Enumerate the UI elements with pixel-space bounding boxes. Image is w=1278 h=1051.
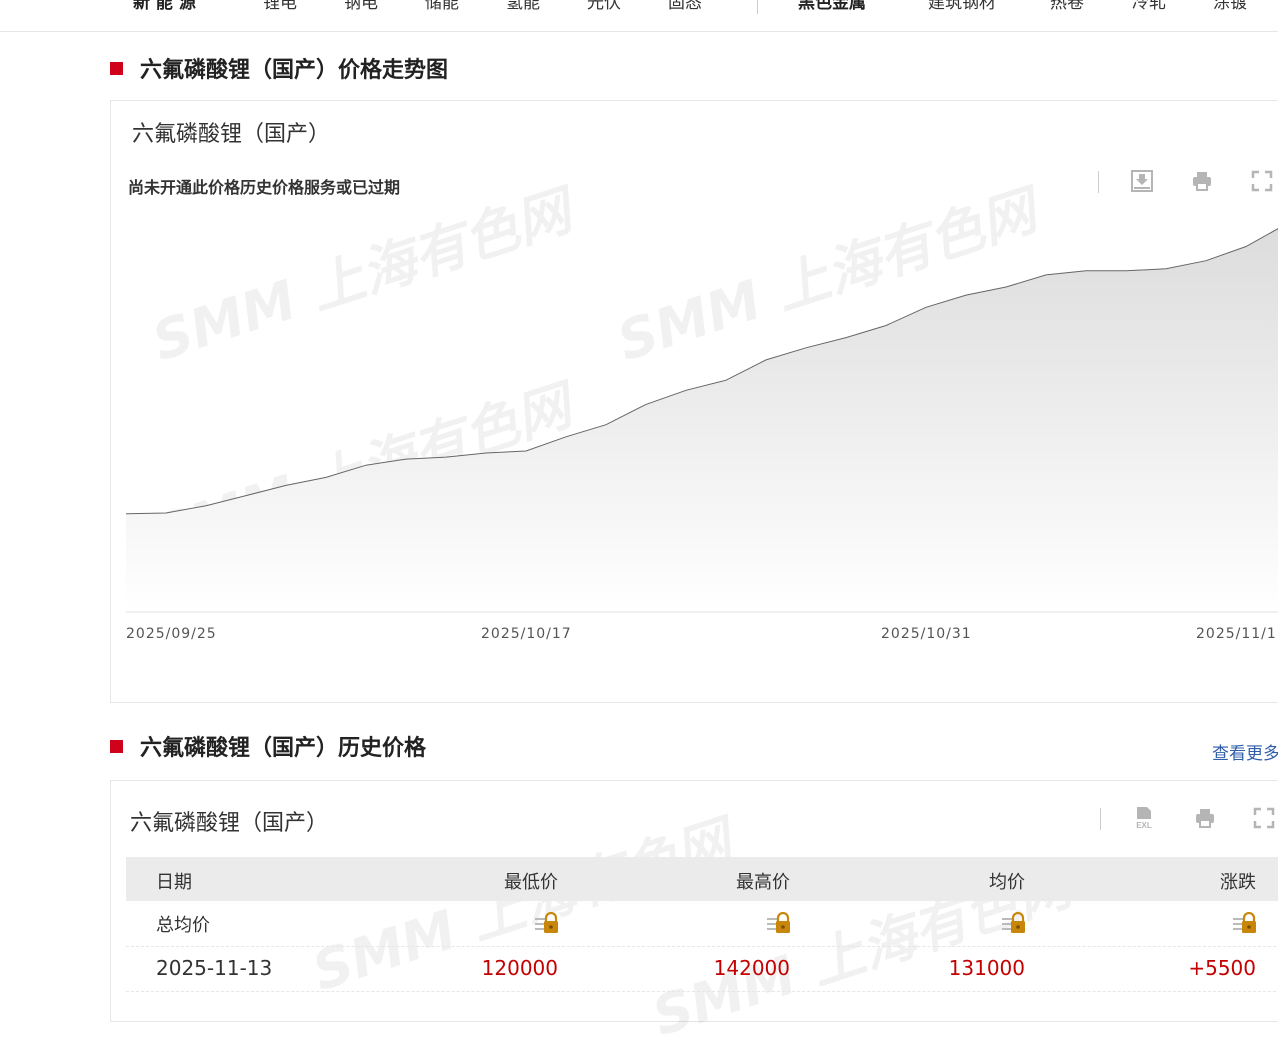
nav-energy-storage[interactable]: 储能 (425, 0, 459, 14)
data-point[interactable] (444, 455, 448, 459)
history-section-title: 六氟磷酸锂（国产）历史价格 (110, 735, 426, 763)
table-header: 日期 最低价 最高价 均价 涨跌 (126, 857, 1278, 901)
data-point[interactable] (884, 324, 888, 328)
chart-panel-title: 六氟磷酸锂（国产） (132, 122, 331, 147)
row-high-price: 142000 (713, 956, 790, 980)
history-panel: 六氟磷酸锂（国产） EXL SMM 上海有色网 SMM 上海有色网 日期 最低价… (110, 780, 1278, 1048)
data-point[interactable] (1084, 269, 1088, 273)
column-header-low: 最低价 (504, 872, 558, 893)
nav-solid-state[interactable]: 固态 (668, 0, 702, 14)
data-point[interactable] (764, 358, 768, 362)
lock-icon[interactable] (1233, 912, 1257, 934)
data-point[interactable] (924, 305, 928, 309)
column-header-change: 涨跌 (1220, 872, 1256, 893)
nav-divider (757, 0, 758, 14)
nav-cold-rolled[interactable]: 冷轧 (1132, 0, 1166, 14)
print-icon[interactable] (1193, 806, 1217, 830)
row-date: 2025-11-13 (156, 956, 273, 980)
lock-icon[interactable] (767, 912, 791, 934)
x-tick-label: 2025/11/1 (1196, 626, 1277, 642)
data-point[interactable] (964, 293, 968, 297)
title-marker (110, 62, 123, 75)
nav-photovoltaic[interactable]: 光伏 (587, 0, 621, 14)
row-avg-price: 131000 (948, 956, 1025, 980)
toolbar-divider (1098, 171, 1099, 193)
nav-lithium-battery[interactable]: 锂电 (263, 0, 297, 14)
data-point[interactable] (564, 435, 568, 439)
table-row: 总均价 (126, 901, 1278, 947)
column-header-date: 日期 (156, 872, 192, 893)
chart-section-title: 六氟磷酸锂（国产）价格走势图 (110, 57, 448, 85)
export-excel-icon[interactable]: EXL (1132, 805, 1156, 829)
data-point[interactable] (724, 378, 728, 382)
price-area-chart (126, 228, 1278, 613)
row-change: +5500 (1188, 956, 1256, 980)
data-point[interactable] (684, 388, 688, 392)
x-tick-label: 2025/10/17 (481, 626, 572, 642)
data-point[interactable] (1244, 245, 1248, 249)
fullscreen-icon[interactable] (1250, 169, 1274, 193)
row-date: 总均价 (156, 915, 210, 936)
service-notice: 尚未开通此价格历史价格服务或已过期 (128, 178, 401, 197)
x-tick-label: 2025/09/25 (126, 626, 217, 642)
x-tick-label: 2025/10/31 (881, 626, 972, 642)
title-marker (110, 740, 123, 753)
data-point[interactable] (204, 504, 208, 508)
data-point[interactable] (484, 451, 488, 455)
data-point[interactable] (284, 483, 288, 487)
column-header-high: 最高价 (736, 872, 790, 893)
toolbar-divider (1100, 808, 1101, 830)
data-point[interactable] (164, 511, 168, 515)
data-point[interactable] (604, 423, 608, 427)
excel-label: EXL (1136, 821, 1152, 829)
data-point[interactable] (244, 494, 248, 498)
data-point[interactable] (804, 346, 808, 350)
column-header-avg: 均价 (989, 872, 1025, 893)
data-point[interactable] (1044, 273, 1048, 277)
data-point[interactable] (1204, 259, 1208, 263)
fullscreen-icon[interactable] (1252, 806, 1276, 830)
data-point[interactable] (324, 475, 328, 479)
data-point[interactable] (404, 457, 408, 461)
data-point[interactable] (364, 463, 368, 467)
data-point[interactable] (524, 449, 528, 453)
nav-coated[interactable]: 涂镀 (1213, 0, 1247, 14)
nav-sodium-battery[interactable]: 钠电 (344, 0, 378, 14)
nav-hot-rolled[interactable]: 热卷 (1050, 0, 1084, 14)
nav-new-energy[interactable]: 新 能 源 (133, 0, 196, 14)
row-low-price: 120000 (481, 956, 558, 980)
nav-hydrogen[interactable]: 氢能 (506, 0, 540, 14)
download-image-icon[interactable] (1130, 169, 1154, 193)
view-more-link[interactable]: 查看更多 (1212, 739, 1278, 764)
lock-icon[interactable] (535, 912, 559, 934)
lock-icon[interactable] (1002, 912, 1026, 934)
price-area-fill (126, 228, 1278, 611)
nav-construction-steel[interactable]: 建筑钢材 (928, 0, 996, 14)
nav-ferrous-metals[interactable]: 黑色金属 (798, 0, 866, 14)
top-nav: 新 能 源 锂电 钠电 储能 氢能 光伏 固态 黑色金属 建筑钢材 热卷 冷轧 … (0, 0, 1278, 32)
chart-panel: 六氟磷酸锂（国产） 尚未开通此价格历史价格服务或已过期 SMM 上海有色网 SM… (110, 100, 1278, 703)
data-point[interactable] (844, 336, 848, 340)
data-point[interactable] (1164, 267, 1168, 271)
data-point[interactable] (644, 402, 648, 406)
data-point[interactable] (1004, 285, 1008, 289)
table-row: 2025-11-13 120000 142000 131000 +5500 (126, 946, 1278, 992)
history-panel-title: 六氟磷酸锂（国产） (130, 811, 329, 836)
data-point[interactable] (1124, 269, 1128, 273)
print-icon[interactable] (1190, 169, 1214, 193)
